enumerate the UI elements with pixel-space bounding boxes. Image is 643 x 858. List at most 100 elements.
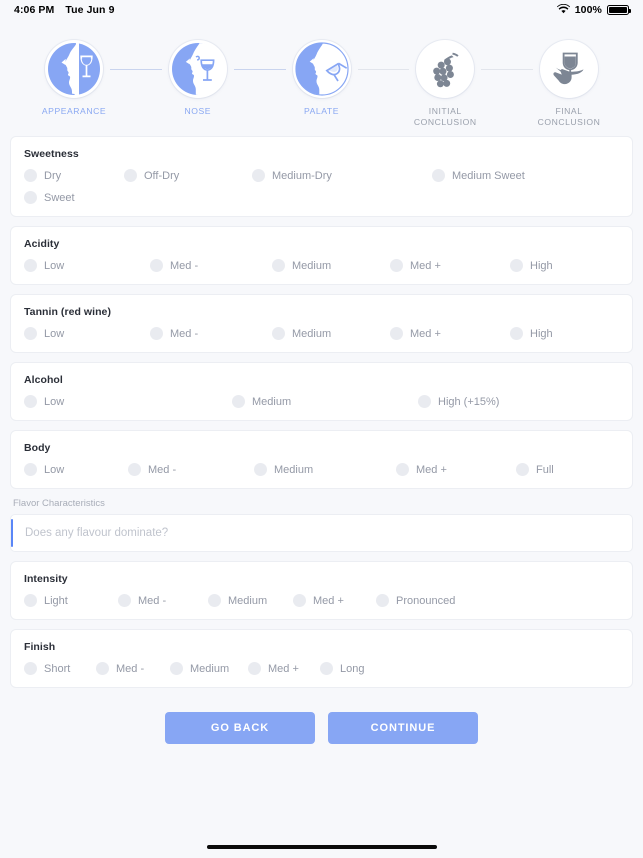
- body-option-medium[interactable]: Medium: [254, 463, 396, 476]
- step-appearance-circle: [45, 40, 103, 98]
- radio-icon[interactable]: [170, 662, 183, 675]
- radio-icon[interactable]: [24, 191, 37, 204]
- radio-icon[interactable]: [118, 594, 131, 607]
- radio-icon[interactable]: [24, 662, 37, 675]
- body-option-med-plus[interactable]: Med +: [396, 463, 516, 476]
- body-option-low[interactable]: Low: [24, 463, 128, 476]
- tannin-option-med-plus[interactable]: Med +: [390, 327, 510, 340]
- step-final-conclusion-circle: [540, 40, 598, 98]
- step-appearance[interactable]: APPEARANCE: [38, 40, 110, 117]
- flavor-characteristics-label: Flavor Characteristics: [13, 498, 105, 509]
- acidity-option-medium[interactable]: Medium: [272, 259, 390, 272]
- body-option-med-minus[interactable]: Med -: [128, 463, 254, 476]
- radio-icon[interactable]: [516, 463, 529, 476]
- acidity-option-med-minus[interactable]: Med -: [150, 259, 272, 272]
- body-option-full[interactable]: Full: [516, 463, 554, 476]
- intensity-option-light[interactable]: Light: [24, 594, 118, 607]
- tannin-option-med-minus[interactable]: Med -: [150, 327, 272, 340]
- alcohol-option-high[interactable]: High (+15%): [418, 395, 499, 408]
- radio-icon[interactable]: [272, 327, 285, 340]
- step-palate-label: PALATE: [304, 106, 339, 116]
- step-palate[interactable]: PALATE: [286, 40, 358, 117]
- tannin-option-low[interactable]: Low: [24, 327, 150, 340]
- tannin-option-medium[interactable]: Medium: [272, 327, 390, 340]
- wifi-icon: [556, 3, 570, 17]
- sweetness-option-off-dry[interactable]: Off-Dry: [124, 169, 252, 182]
- sweetness-title: Sweetness: [24, 148, 79, 160]
- finish-option-med-plus[interactable]: Med +: [248, 662, 320, 675]
- radio-icon[interactable]: [252, 169, 265, 182]
- finish-option-med-minus[interactable]: Med -: [96, 662, 170, 675]
- sweetness-option-sweet[interactable]: Sweet: [24, 191, 75, 204]
- step-connector-1: [110, 69, 162, 70]
- text-cursor-icon: [11, 519, 13, 547]
- body-options: Low Med - Medium Med + Full: [24, 463, 619, 476]
- radio-icon[interactable]: [510, 259, 523, 272]
- body-card: Body Low Med - Medium Med + Full: [10, 430, 633, 489]
- tannin-option-high[interactable]: High: [510, 327, 553, 340]
- radio-icon[interactable]: [124, 169, 137, 182]
- intensity-option-medium[interactable]: Medium: [208, 594, 293, 607]
- finish-option-long[interactable]: Long: [320, 662, 364, 675]
- radio-icon[interactable]: [128, 463, 141, 476]
- hand-holding-wine-glass-icon: [553, 52, 584, 85]
- radio-icon[interactable]: [390, 259, 403, 272]
- step-connector-2: [233, 69, 286, 70]
- radio-icon[interactable]: [376, 594, 389, 607]
- radio-icon[interactable]: [96, 662, 109, 675]
- step-nose-circle: [168, 40, 227, 98]
- step-connector-3: [357, 69, 410, 70]
- acidity-option-low[interactable]: Low: [24, 259, 150, 272]
- home-indicator[interactable]: [206, 845, 437, 849]
- acidity-option-high[interactable]: High: [510, 259, 553, 272]
- radio-icon[interactable]: [24, 169, 37, 182]
- step-final-conclusion-label-line2: CONCLUSION: [537, 117, 601, 127]
- radio-icon[interactable]: [150, 259, 163, 272]
- palate-form: Sweetness Dry Off-Dry Medium-Dry Medium …: [0, 128, 643, 744]
- go-back-button[interactable]: GO BACK: [165, 712, 315, 744]
- intensity-option-pronounced[interactable]: Pronounced: [376, 594, 455, 607]
- radio-icon[interactable]: [232, 395, 245, 408]
- radio-icon[interactable]: [208, 594, 221, 607]
- radio-icon[interactable]: [418, 395, 431, 408]
- tannin-card: Tannin (red wine) Low Med - Medium Med +…: [10, 294, 633, 353]
- finish-option-short[interactable]: Short: [24, 662, 96, 675]
- step-palate-circle: [292, 40, 351, 98]
- radio-icon[interactable]: [24, 463, 37, 476]
- face-looking-at-wine-glass-icon: [48, 43, 100, 95]
- radio-icon[interactable]: [24, 327, 37, 340]
- status-bar-left: 4:06 PM Tue Jun 9: [14, 4, 115, 16]
- radio-icon[interactable]: [150, 327, 163, 340]
- step-nose[interactable]: NOSE: [162, 40, 234, 117]
- radio-icon[interactable]: [272, 259, 285, 272]
- radio-icon[interactable]: [390, 327, 403, 340]
- battery-full-icon: [607, 5, 631, 15]
- radio-icon[interactable]: [248, 662, 261, 675]
- radio-icon[interactable]: [396, 463, 409, 476]
- step-initial-conclusion-label-line1: INITIAL: [428, 106, 462, 116]
- radio-icon[interactable]: [510, 327, 523, 340]
- finish-option-medium[interactable]: Medium: [170, 662, 248, 675]
- flavor-characteristics-input[interactable]: [10, 514, 633, 552]
- radio-icon[interactable]: [320, 662, 333, 675]
- step-final-conclusion[interactable]: FINAL CONCLUSION: [533, 40, 605, 128]
- sweetness-option-dry[interactable]: Dry: [24, 169, 124, 182]
- sweetness-option-medium-dry[interactable]: Medium-Dry: [252, 169, 432, 182]
- continue-button[interactable]: CONTINUE: [328, 712, 478, 744]
- sweetness-option-medium-sweet[interactable]: Medium Sweet: [432, 169, 572, 182]
- radio-icon[interactable]: [254, 463, 267, 476]
- step-final-conclusion-label: FINAL CONCLUSION: [538, 106, 601, 128]
- radio-icon[interactable]: [293, 594, 306, 607]
- radio-icon[interactable]: [24, 395, 37, 408]
- radio-icon[interactable]: [24, 594, 37, 607]
- grapes-icon: [433, 52, 459, 88]
- step-initial-conclusion[interactable]: INITIAL CONCLUSION: [409, 40, 481, 128]
- radio-icon[interactable]: [24, 259, 37, 272]
- acidity-option-med-plus[interactable]: Med +: [390, 259, 510, 272]
- radio-icon[interactable]: [432, 169, 445, 182]
- alcohol-option-medium[interactable]: Medium: [232, 395, 418, 408]
- step-initial-conclusion-label-line2: CONCLUSION: [413, 117, 477, 127]
- intensity-option-med-minus[interactable]: Med -: [118, 594, 208, 607]
- intensity-option-med-plus[interactable]: Med +: [293, 594, 376, 607]
- alcohol-option-low[interactable]: Low: [24, 395, 232, 408]
